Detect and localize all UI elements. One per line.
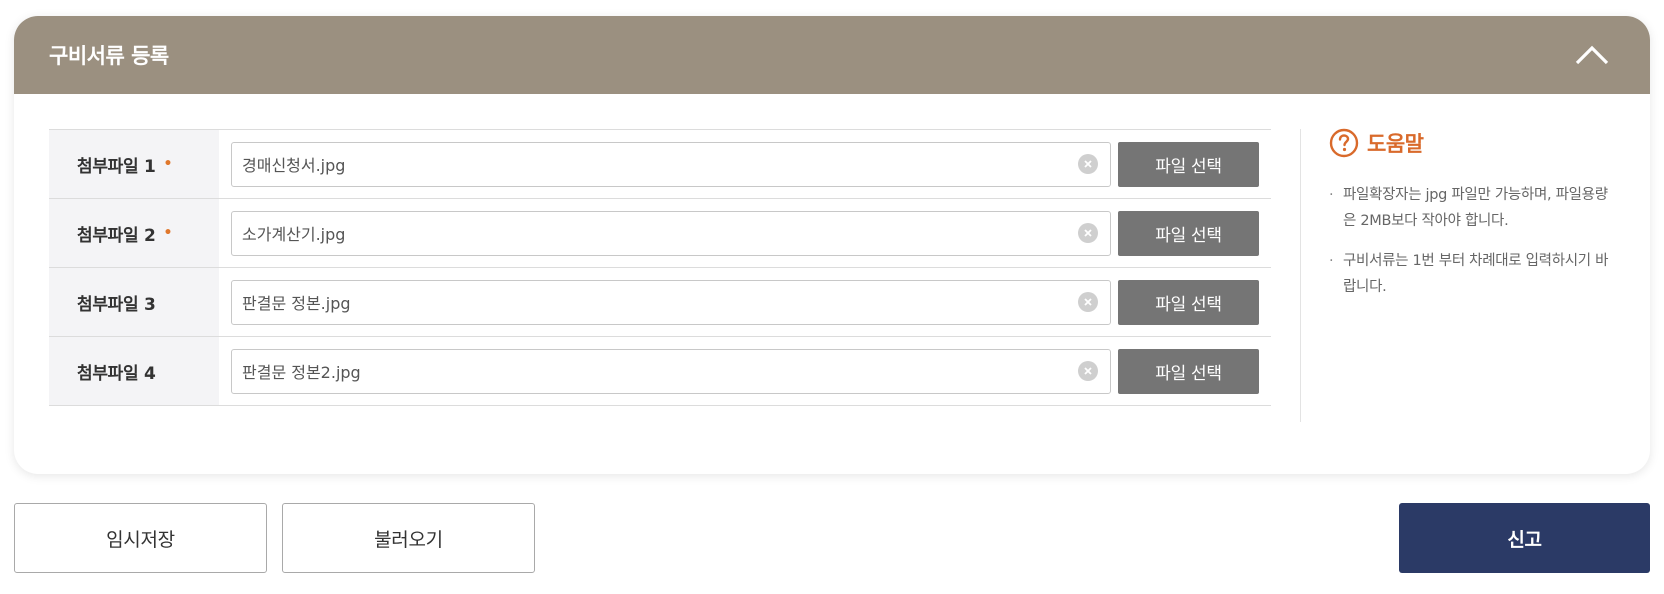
attachment-cell: 판결문 정본2.jpg 파일 선택 (219, 337, 1271, 405)
required-marker: • (163, 156, 173, 172)
help-title: 도움말 (1367, 132, 1424, 156)
help-divider (1300, 129, 1301, 422)
attachment-row: 첨부파일 2 • 소가계산기.jpg 파일 선택 (49, 199, 1271, 268)
attachment-label-text: 첨부파일 1 (77, 156, 156, 177)
file-name-field[interactable]: 경매신청서.jpg (231, 141, 1111, 187)
clear-icon[interactable] (1078, 292, 1098, 312)
attachment-row: 첨부파일 1 • 경매신청서.jpg 파일 선택 (49, 130, 1271, 199)
required-marker: • (163, 225, 173, 241)
attachment-cell: 경매신청서.jpg 파일 선택 (219, 130, 1271, 198)
section-title: 구비서류 등록 (49, 44, 169, 68)
help-panel: 도움말 파일확장자는 jpg 파일만 가능하며, 파일용량은 2MB보다 작아야… (1329, 128, 1629, 314)
file-name: 판결문 정본.jpg (242, 294, 351, 313)
file-select-button[interactable]: 파일 선택 (1118, 279, 1259, 325)
file-select-button[interactable]: 파일 선택 (1118, 141, 1259, 187)
card-header: 구비서류 등록 (14, 16, 1650, 94)
report-button[interactable]: 신고 (1399, 503, 1650, 573)
document-upload-card: 구비서류 등록 첨부파일 1 • 경매신청서.jpg 파일 선택 첨부파일 2 … (14, 16, 1650, 474)
attachment-label: 첨부파일 4 (49, 337, 219, 405)
file-name: 소가계산기.jpg (242, 225, 346, 244)
file-name-field[interactable]: 소가계산기.jpg (231, 210, 1111, 256)
temp-save-button[interactable]: 임시저장 (14, 503, 267, 573)
question-circle-icon (1329, 128, 1359, 158)
attachment-label-text: 첨부파일 4 (77, 363, 156, 384)
chevron-up-icon (1575, 45, 1609, 65)
attachment-label: 첨부파일 3 (49, 268, 219, 336)
help-header: 도움말 (1329, 128, 1629, 158)
file-select-button[interactable]: 파일 선택 (1118, 348, 1259, 394)
file-name: 판결문 정본2.jpg (242, 363, 361, 382)
help-list: 파일확장자는 jpg 파일만 가능하며, 파일용량은 2MB보다 작아야 합니다… (1329, 182, 1629, 300)
file-name-field[interactable]: 판결문 정본.jpg (231, 279, 1111, 325)
clear-icon[interactable] (1078, 361, 1098, 381)
attachment-cell: 판결문 정본.jpg 파일 선택 (219, 268, 1271, 336)
collapse-button[interactable] (1570, 33, 1614, 77)
help-item: 구비서류는 1번 부터 차례대로 입력하시기 바랍니다. (1329, 248, 1609, 300)
attachment-cell: 소가계산기.jpg 파일 선택 (219, 199, 1271, 267)
file-name-field[interactable]: 판결문 정본2.jpg (231, 348, 1111, 394)
help-item: 파일확장자는 jpg 파일만 가능하며, 파일용량은 2MB보다 작아야 합니다… (1329, 182, 1609, 234)
load-button[interactable]: 불러오기 (282, 503, 535, 573)
attachment-label-text: 첨부파일 3 (77, 294, 156, 315)
attachment-table: 첨부파일 1 • 경매신청서.jpg 파일 선택 첨부파일 2 • 소가계산기.… (49, 129, 1271, 406)
attachment-label-text: 첨부파일 2 (77, 225, 156, 246)
file-name: 경매신청서.jpg (242, 156, 346, 175)
clear-icon[interactable] (1078, 154, 1098, 174)
attachment-label: 첨부파일 1 • (49, 130, 219, 198)
clear-icon[interactable] (1078, 223, 1098, 243)
attachment-label: 첨부파일 2 • (49, 199, 219, 267)
attachment-row: 첨부파일 4 판결문 정본2.jpg 파일 선택 (49, 337, 1271, 406)
attachment-row: 첨부파일 3 판결문 정본.jpg 파일 선택 (49, 268, 1271, 337)
file-select-button[interactable]: 파일 선택 (1118, 210, 1259, 256)
